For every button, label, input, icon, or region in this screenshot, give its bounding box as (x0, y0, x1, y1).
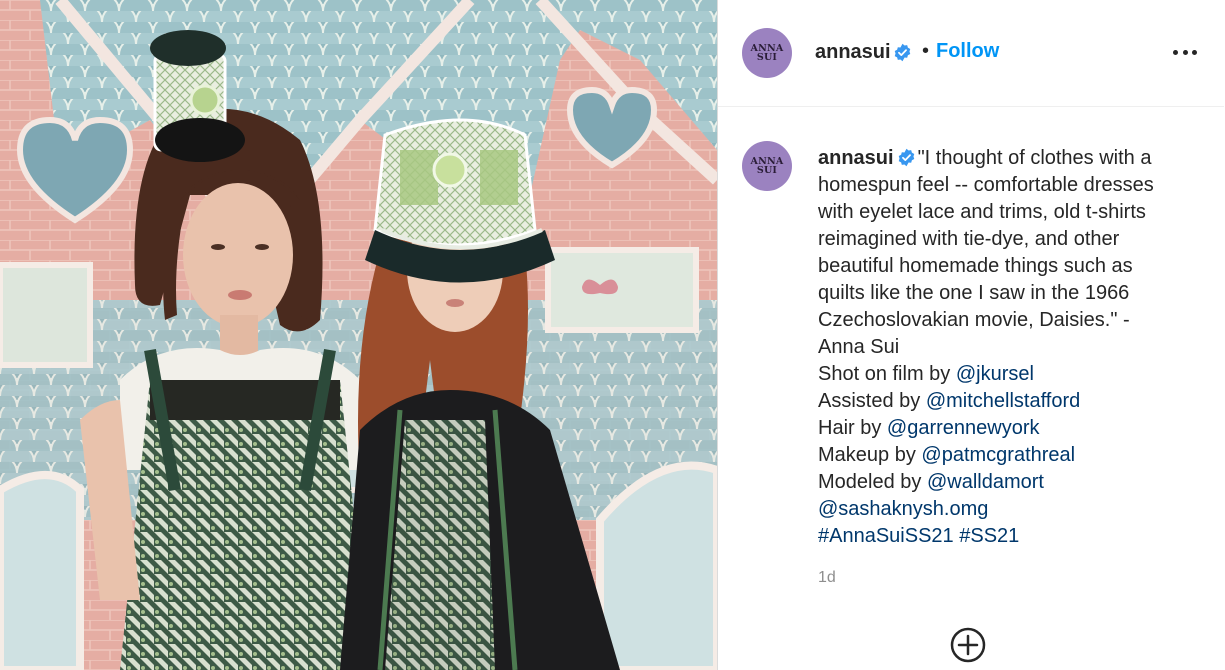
hashtag-link[interactable]: #AnnaSuiSS21 (818, 525, 954, 547)
credit-line: Modeled by @walldamort (818, 469, 1208, 496)
mention-link[interactable]: @garrennewyork (887, 417, 1040, 439)
more-dot (1182, 49, 1188, 55)
post-header: ANNA SUI annasui • Follow (718, 0, 1224, 107)
avatar-text-bottom: SUI (756, 52, 778, 63)
header-separator: • (922, 40, 930, 62)
plus-circle-icon[interactable] (950, 627, 986, 663)
caption-quote-text: beautiful homemade things such as (818, 255, 1133, 277)
caption-line: annasui "I thought of clothes with a (818, 145, 1208, 172)
mention-link[interactable]: @patmcgrathreal (921, 444, 1075, 466)
header-username-link[interactable]: annasui (815, 41, 891, 64)
credit-line: Shot on film by @jkursel (818, 361, 1208, 388)
follow-button[interactable]: Follow (936, 40, 999, 63)
post-photo[interactable] (0, 0, 717, 670)
verified-badge-icon (898, 148, 914, 167)
credit-prefix: Assisted by (818, 390, 926, 412)
caption-username-link[interactable]: annasui (818, 147, 894, 169)
caption-quote-text: reimagined with tie-dye, and other (818, 228, 1120, 250)
mention-link[interactable]: @walldamort (927, 471, 1044, 493)
credit-prefix: Shot on film by (818, 363, 956, 385)
more-options-icon[interactable] (1173, 44, 1197, 60)
caption-avatar[interactable]: ANNA SUI (742, 141, 792, 191)
hashtag-line: #AnnaSuiSS21 #SS21 (818, 523, 1208, 550)
caption-quote-text: homespun feel -- comfortable dresses (818, 174, 1154, 196)
post-timestamp[interactable]: 1d (818, 569, 836, 587)
more-dot (1173, 49, 1178, 55)
post-side-panel: ANNA SUI annasui • Follow ANNA SUI annas… (717, 0, 1225, 670)
credit-prefix: Hair by (818, 417, 887, 439)
credit-line: Assisted by @mitchellstafford (818, 388, 1208, 415)
caption-quote-text: "I thought of clothes with a (917, 147, 1152, 169)
caption-quote-text: with eyelet lace and trims, old t-shirts (818, 201, 1146, 223)
mention-link[interactable]: @jkursel (956, 363, 1034, 385)
more-dot (1192, 49, 1197, 55)
caption-quote-text: quilts like the one I saw in the 1966 (818, 282, 1130, 304)
caption-quote-text: Anna Sui (818, 336, 900, 358)
credit-line: Makeup by @patmcgrathreal (818, 442, 1208, 469)
profile-avatar[interactable]: ANNA SUI (742, 28, 792, 78)
credit-line: @sashaknysh.omg (818, 496, 1208, 523)
mention-link[interactable]: @sashaknysh.omg (818, 498, 988, 520)
credit-prefix: Makeup by (818, 444, 922, 466)
post-image (0, 0, 717, 670)
post-caption: annasui "I thought of clothes with a hom… (818, 145, 1208, 550)
credit-prefix: Modeled by (818, 471, 927, 493)
hashtag-link[interactable]: #SS21 (959, 525, 1019, 547)
caption-quote-text: Czechoslovakian movie, Daisies." - (818, 309, 1130, 331)
verified-badge-icon (894, 43, 911, 62)
avatar-text-bottom: SUI (756, 165, 778, 176)
mention-link[interactable]: @mitchellstafford (926, 390, 1080, 412)
credit-line: Hair by @garrennewyork (818, 415, 1208, 442)
